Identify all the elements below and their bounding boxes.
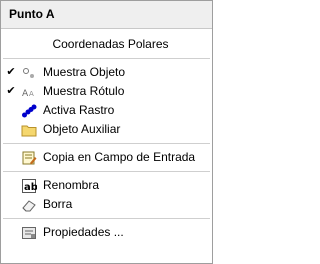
copy-to-input-item[interactable]: Copia en Campo de Entrada (1, 148, 212, 167)
show-object-icon (21, 65, 37, 81)
check-icon: ✔ (6, 66, 16, 78)
menu-title: Punto A (1, 1, 212, 29)
show-label-label: Muestra Rótulo (43, 84, 125, 98)
show-object-item[interactable]: ✔ Muestra Objeto (1, 63, 212, 82)
show-label-icon: A A (21, 84, 37, 100)
trace-icon (21, 103, 37, 119)
polar-coordinates-label: Coordenadas Polares (52, 37, 169, 51)
svg-text:A: A (22, 89, 29, 99)
polar-coordinates-item[interactable]: Coordenadas Polares (1, 35, 212, 54)
delete-item[interactable]: Borra (1, 195, 212, 214)
separator (3, 171, 210, 172)
copy-to-input-label: Copia en Campo de Entrada (43, 150, 196, 164)
rename-item[interactable]: ab Renombra (1, 176, 212, 195)
show-object-label: Muestra Objeto (43, 65, 126, 79)
separator (3, 58, 210, 59)
rename-label: Renombra (43, 178, 100, 192)
trace-label: Activa Rastro (43, 103, 115, 117)
auxiliary-object-item[interactable]: Objeto Auxiliar (1, 120, 212, 139)
rename-icon: ab (21, 178, 37, 194)
auxiliary-object-label: Objeto Auxiliar (43, 122, 121, 136)
copy-to-input-icon (21, 150, 37, 166)
show-label-item[interactable]: ✔ A A Muestra Rótulo (1, 82, 212, 101)
folder-icon (21, 122, 37, 138)
separator (3, 143, 210, 144)
properties-icon (21, 225, 37, 241)
eraser-icon (21, 197, 37, 213)
separator (3, 218, 210, 219)
svg-text:A: A (29, 90, 34, 98)
trace-item[interactable]: Activa Rastro (1, 101, 212, 120)
delete-label: Borra (43, 197, 73, 211)
check-icon: ✔ (6, 85, 16, 97)
properties-item[interactable]: Propiedades ... (1, 223, 212, 242)
svg-text:ab: ab (24, 182, 37, 193)
properties-label: Propiedades ... (43, 225, 124, 239)
context-menu: Punto A Coordenadas Polares ✔ Muestra Ob… (0, 0, 213, 264)
